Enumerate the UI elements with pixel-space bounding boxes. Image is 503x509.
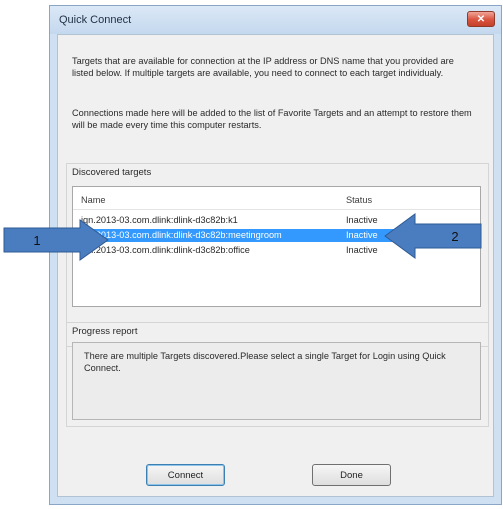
window-title: Quick Connect: [59, 14, 132, 26]
done-button[interactable]: Done: [312, 464, 391, 486]
discovered-targets-label: Discovered targets: [72, 167, 152, 178]
column-header-name[interactable]: Name: [81, 195, 106, 205]
close-button[interactable]: ✕: [467, 11, 495, 27]
dialog-body: Targets that are available for connectio…: [57, 34, 494, 497]
progress-report-text: There are multiple Targets discovered.Pl…: [84, 351, 446, 373]
target-status: Inactive: [346, 230, 378, 240]
column-header-status[interactable]: Status: [346, 195, 372, 205]
info-paragraph-1: Targets that are available for connectio…: [72, 56, 454, 78]
progress-report-label: Progress report: [72, 326, 138, 337]
callout-arrow-1: [3, 219, 109, 261]
connect-button[interactable]: Connect: [146, 464, 225, 486]
progress-report-box: There are multiple Targets discovered.Pl…: [72, 342, 481, 420]
title-bar[interactable]: Quick Connect ✕: [50, 6, 501, 34]
target-status: Inactive: [346, 245, 378, 255]
info-paragraph-2: Connections made here will be added to t…: [72, 108, 472, 130]
close-icon: ✕: [476, 13, 486, 25]
done-button-label: Done: [340, 469, 363, 481]
arrow-right-icon: [3, 219, 109, 261]
header-divider: [73, 209, 480, 210]
callout-label-1: 1: [33, 232, 41, 248]
connect-button-label: Connect: [167, 469, 204, 481]
target-status: Inactive: [346, 215, 378, 225]
callout-label-2: 2: [451, 228, 459, 244]
